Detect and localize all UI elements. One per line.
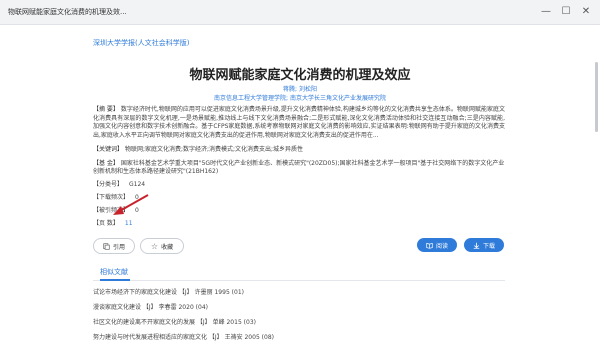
download-icon	[473, 242, 480, 249]
related-item[interactable]: 努力建设与时代发展进程相适应的家庭文化 【J】 王祷安 2005 (08)	[93, 332, 274, 341]
related-item[interactable]: 试论市场经济下的家庭文化建设 【J】 许墨丽 1995 (01)	[93, 287, 244, 296]
classno-value: G124	[129, 181, 146, 188]
pages-row: 【页 数】 11	[93, 218, 133, 227]
journal-link[interactable]: 深圳大学学报(人文社会科学版)	[93, 38, 189, 48]
fund: 【基 金】 国家社科基金艺术学重大项目"5G时代文化产业创新业态、新模式研究"(…	[93, 160, 505, 177]
downloads-value: 0	[135, 194, 139, 201]
cite-icon	[103, 242, 110, 250]
article-page: 深圳大学学报(人文社会科学版) 物联网赋能家庭文化消费的机理及效应 蒋腾; 刘松…	[0, 24, 600, 341]
keywords-label: 【关键词】	[93, 145, 124, 153]
downloads-label: 【下载频次】	[93, 194, 130, 201]
downloads-row: 【下载频次】 0	[93, 192, 139, 201]
related-item[interactable]: 漫谈家庭文化建设 【J】 李春雷 2020 (04)	[93, 302, 208, 311]
star-icon: ☆	[150, 241, 159, 251]
keywords: 【关键词】 物联网;家庭文化消费;数字经济;消费模式;文化消费支出;城乡异质性	[93, 146, 505, 155]
fund-text: 国家社科基金艺术学重大项目"5G时代文化产业创新业态、新模式研究"(20ZD05…	[93, 159, 505, 176]
article-title: 物联网赋能家庭文化消费的机理及效应	[189, 68, 411, 83]
related-section-title[interactable]: 相似文献	[100, 267, 128, 277]
minimize-button[interactable]: —	[538, 5, 554, 19]
cited-row: 【被引频次】 0	[93, 205, 139, 214]
scrollbar[interactable]	[595, 62, 598, 132]
favorite-label: 收藏	[161, 243, 174, 251]
organizations[interactable]: 南京信息工程大学管理学院; 南京大学长三角文化产业发展研究院	[0, 93, 600, 102]
abstract: 【摘 要】 数字经济时代,物联网的应用可以促进家庭文化消费场景升级,提升文化消费…	[93, 106, 505, 141]
keywords-text[interactable]: 物联网;家庭文化消费;数字经济;消费模式;文化消费支出;城乡异质性	[125, 146, 303, 153]
abstract-text: 数字经济时代,物联网的应用可以促进家庭文化消费场景升级,提升文化消费精神体验,构…	[93, 106, 505, 140]
window-titlebar: 物联网赋能家庭文化消费的机理及效... — ☐ ✕	[0, 0, 600, 25]
abstract-label: 【摘 要】	[93, 106, 119, 113]
read-button[interactable]: 阅读	[417, 238, 457, 252]
download-label: 下载	[482, 242, 495, 250]
cite-label: 引用	[112, 243, 125, 251]
window-controls: — ☐ ✕	[538, 5, 594, 19]
maximize-button[interactable]: ☐	[558, 5, 574, 19]
book-icon	[426, 242, 433, 249]
related-item[interactable]: 社区文化的建设离不开家庭文化的发展 【J】 单峰 2015 (03)	[93, 317, 256, 326]
pages-value: 11	[124, 220, 133, 227]
fund-label: 【基 金】	[93, 159, 119, 167]
related-divider	[93, 280, 505, 281]
pages-label: 【页 数】	[93, 220, 119, 227]
authors[interactable]: 蒋腾; 刘松阳	[0, 84, 600, 93]
cite-button[interactable]: 引用	[93, 238, 135, 254]
favorite-button[interactable]: ☆ 收藏	[140, 238, 184, 254]
window-title: 物联网赋能家庭文化消费的机理及效...	[8, 8, 127, 16]
article-fields: 【摘 要】 数字经济时代,物联网的应用可以促进家庭文化消费场景升级,提升文化消费…	[93, 106, 505, 177]
classno-label: 【分类号】	[93, 181, 124, 188]
cited-label: 【被引频次】	[93, 207, 130, 214]
read-label: 阅读	[435, 242, 448, 250]
cited-value: 0	[135, 207, 139, 214]
related-tab-underline	[100, 279, 130, 281]
classification-row: 【分类号】 G124	[93, 179, 145, 188]
close-button[interactable]: ✕	[578, 5, 594, 19]
download-button[interactable]: 下载	[464, 238, 504, 252]
